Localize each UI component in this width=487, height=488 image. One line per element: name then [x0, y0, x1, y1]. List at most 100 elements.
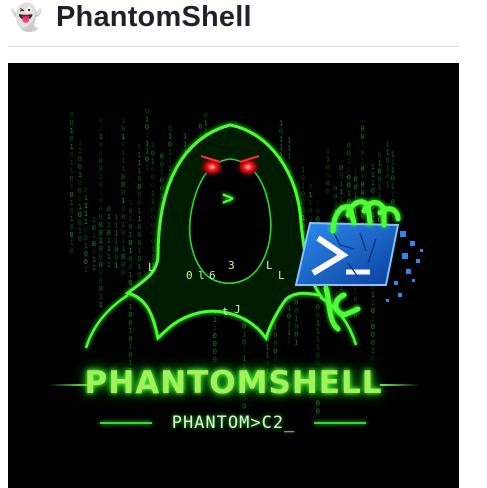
matrix-digit: 1 — [107, 245, 111, 253]
matrix-digit: 1 — [301, 182, 305, 190]
matrix-digit: 0 — [78, 235, 82, 243]
matrix-digit: 0 — [378, 168, 382, 176]
matrix-digit: 1 — [347, 166, 351, 174]
matrix-digit: 1 — [78, 171, 82, 179]
matrix-digit: 1 — [354, 191, 358, 199]
matrix-digit: 0 — [287, 161, 291, 169]
banner-tagline: PHANTOM>C2_ — [171, 413, 296, 433]
matrix-digit: 0 — [361, 133, 365, 141]
matrix-digit: 0 — [378, 216, 382, 224]
matrix-digit: 1 — [84, 218, 88, 226]
matrix-digit: 1 — [301, 166, 305, 174]
matrix-digit: 1 — [70, 127, 74, 135]
matrix-digit: 0 — [151, 214, 155, 222]
matrix-digit: 1 — [128, 231, 132, 239]
matrix-digit: 1 — [121, 133, 125, 141]
matrix-digit: 0 — [160, 184, 164, 192]
matrix-digit: 1 — [137, 151, 141, 159]
matrix-digit: 0 — [70, 135, 74, 143]
matrix-digit: 1 — [145, 132, 149, 140]
code-glyph: l — [198, 269, 205, 282]
matrix-digit: 1 — [287, 137, 291, 145]
matrix-digit: 0 — [70, 231, 74, 239]
matrix-digit: 1 — [386, 165, 390, 173]
matrix-digit: 1 — [371, 299, 375, 307]
matrix-digit: 0 — [128, 255, 132, 263]
matrix-digit: 0 — [160, 160, 164, 168]
matrix-digit: 0 — [287, 313, 291, 321]
matrix-digit: 1 — [391, 151, 395, 159]
matrix-digit: 0 — [371, 331, 375, 339]
matrix-digit: 0 — [78, 163, 82, 171]
matrix-digit: 0 — [99, 165, 103, 173]
matrix-digit: 1 — [128, 247, 132, 255]
matrix-digit: 0 — [121, 181, 125, 189]
matrix-digit: 0 — [354, 175, 358, 183]
code-glyph: L — [266, 259, 273, 272]
matrix-digit: 1 — [84, 266, 88, 274]
matrix-digit: 0 — [151, 206, 155, 214]
matrix-digit: 0 — [78, 179, 82, 187]
matrix-digit: 0 — [145, 108, 149, 116]
matrix-digit: 0 — [137, 231, 141, 239]
matrix-digit: 0 — [361, 149, 365, 157]
matrix-digit: 0 — [151, 166, 155, 174]
matrix-digit: 1 — [371, 163, 375, 171]
matrix-digit: 1 — [70, 215, 74, 223]
page-header: 👻 PhantomShell — [8, 0, 459, 47]
matrix-digit: 1 — [121, 245, 125, 253]
matrix-digit: 1 — [78, 139, 82, 147]
matrix-digit: 0 — [137, 191, 141, 199]
matrix-digit: 0 — [70, 247, 74, 255]
matrix-digit: 0 — [339, 164, 343, 172]
matrix-digit: 0 — [107, 229, 111, 237]
matrix-digit: 0 — [84, 250, 88, 258]
matrix-digit: 0 — [273, 347, 277, 355]
matrix-digit: 1 — [107, 253, 111, 261]
matrix-digit: 1 — [92, 216, 96, 224]
matrix-digit: 0 — [371, 355, 375, 363]
matrix-digit: 1 — [378, 192, 382, 200]
matrix-digit: 1 — [308, 191, 312, 199]
matrix-digit: 1 — [287, 305, 291, 313]
matrix-digit: 1 — [391, 183, 395, 191]
matrix-digit: 0 — [273, 331, 277, 339]
matrix-digit: 0 — [308, 215, 312, 223]
matrix-digit: 0 — [121, 189, 125, 197]
code-glyph: 6 — [209, 269, 216, 282]
matrix-digit: 0 — [70, 119, 74, 127]
matrix-digit: 1 — [70, 183, 74, 191]
matrix-digit: 1 — [183, 132, 187, 140]
page-title: PhantomShell — [56, 1, 252, 33]
matrix-digit: 1 — [339, 188, 343, 196]
code-glyph: J — [234, 303, 241, 316]
matrix-digit: 0 — [114, 254, 118, 262]
matrix-digit: 1 — [326, 155, 330, 163]
matrix-digit: 1 — [279, 135, 283, 143]
matrix-digit: 0 — [361, 213, 365, 221]
matrix-digit: 0 — [361, 165, 365, 173]
matrix-digit: 1 — [114, 214, 118, 222]
matrix-digit: 0 — [160, 176, 164, 184]
matrix-digit: 0 — [371, 339, 375, 347]
matrix-digit: 1 — [145, 164, 149, 172]
matrix-digit: 1 — [99, 293, 103, 301]
matrix-digit: 1 — [371, 315, 375, 323]
matrix-digit: 1 — [137, 159, 141, 167]
matrix-digit: 0 — [99, 221, 103, 229]
matrix-digit: 0 — [78, 187, 82, 195]
matrix-digit: 1 — [128, 303, 132, 311]
matrix-digit: 1 — [391, 159, 395, 167]
matrix-digit: 1 — [316, 200, 320, 208]
matrix-digit: 1 — [70, 167, 74, 175]
matrix-digit: 0 — [84, 234, 88, 242]
matrix-digit: 1 — [107, 261, 111, 269]
matrix-digit: 1 — [121, 157, 125, 165]
matrix-digit: 0 — [70, 175, 74, 183]
matrix-digit: 0 — [92, 248, 96, 256]
matrix-digit: 1 — [339, 196, 343, 204]
matrix-digit: 0 — [347, 174, 351, 182]
matrix-digit: 0 — [137, 199, 141, 207]
matrix-digit: 0 — [137, 143, 141, 151]
matrix-digit: 1 — [99, 237, 103, 245]
